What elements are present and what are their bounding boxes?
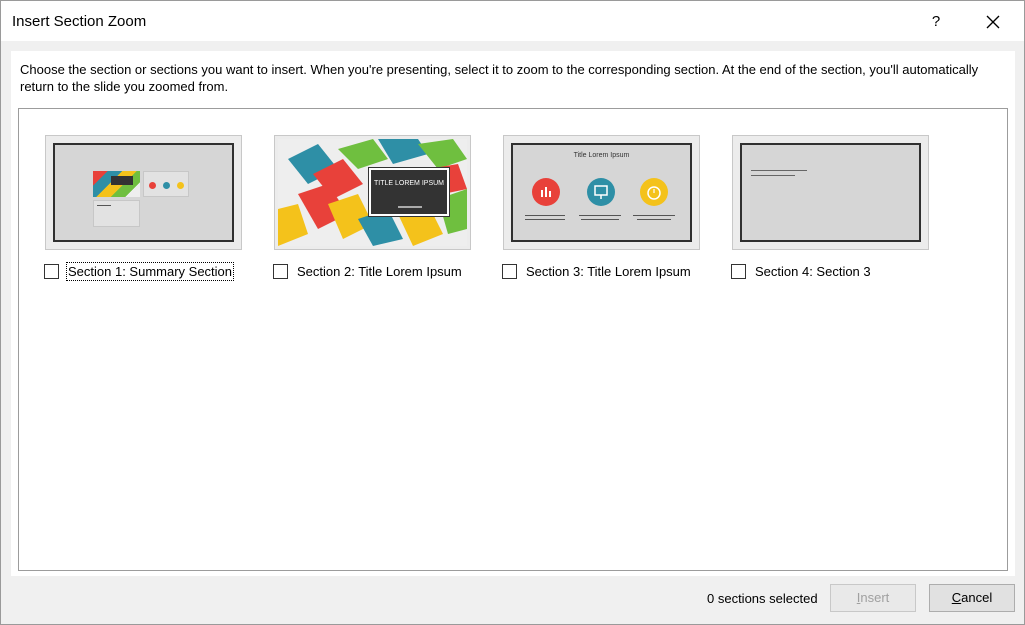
instructions-text: Choose the section or sections you want … bbox=[20, 62, 979, 94]
close-button[interactable] bbox=[971, 7, 1015, 37]
section-3-checkbox[interactable] bbox=[502, 263, 517, 279]
section-3-thumbnail[interactable]: Title Lorem Ipsum bbox=[503, 135, 700, 250]
presentation-circle-icon bbox=[587, 178, 615, 206]
bullet-line bbox=[751, 170, 807, 171]
insert-button[interactable]: Insert bbox=[830, 584, 916, 612]
section-4-thumbnail[interactable] bbox=[732, 135, 929, 250]
section-1-row[interactable]: Section 1: Summary Section bbox=[44, 261, 235, 281]
chart-circle-icon bbox=[532, 178, 560, 206]
mini-slide-3 bbox=[93, 200, 140, 227]
section-1-checkbox[interactable] bbox=[44, 263, 59, 279]
mini-yellow-dot bbox=[177, 182, 184, 189]
mini-slide-title-box bbox=[111, 176, 133, 185]
stopwatch-circle-icon bbox=[640, 178, 668, 206]
section-3-slide-title: Title Lorem Ipsum bbox=[573, 152, 630, 159]
subtitle-line bbox=[398, 206, 422, 208]
section-1-thumbnail[interactable] bbox=[45, 135, 242, 250]
cancel-access-key: C bbox=[951, 590, 962, 605]
dialog-title: Insert Section Zoom bbox=[12, 13, 147, 30]
title-box: TITLE LOREM IPSUM bbox=[368, 167, 450, 217]
section-4-label[interactable]: Section 4: Section 3 bbox=[755, 264, 871, 279]
text-line bbox=[581, 219, 619, 220]
section-4-checkbox[interactable] bbox=[731, 263, 746, 279]
cancel-label-rest: ancel bbox=[961, 590, 993, 605]
section-3-label[interactable]: Section 3: Title Lorem Ipsum bbox=[526, 264, 691, 279]
text-line bbox=[525, 219, 565, 220]
section-list-panel: TITLE LOREM IPSUM Title Lorem Ipsum Sect… bbox=[18, 108, 1008, 571]
title-bar: Insert Section Zoom ? bbox=[1, 1, 1024, 41]
mini-slide-2 bbox=[143, 171, 189, 197]
close-icon bbox=[986, 15, 1000, 29]
mini-text-line bbox=[97, 205, 111, 206]
help-button[interactable]: ? bbox=[916, 7, 956, 37]
section-4-slide-preview bbox=[740, 143, 921, 242]
section-1-slide-preview bbox=[53, 143, 234, 242]
section-2-row[interactable]: Section 2: Title Lorem Ipsum bbox=[273, 262, 462, 280]
cancel-button[interactable]: Cancel bbox=[929, 584, 1015, 612]
section-2-thumbnail[interactable]: TITLE LOREM IPSUM bbox=[274, 135, 471, 250]
selection-status: 0 sections selected bbox=[707, 591, 818, 606]
mini-red-dot bbox=[149, 182, 156, 189]
text-line bbox=[579, 215, 621, 216]
text-line bbox=[525, 215, 565, 216]
section-4-row[interactable]: Section 4: Section 3 bbox=[731, 262, 871, 280]
dialog-content: Choose the section or sections you want … bbox=[11, 51, 1015, 576]
section-2-label[interactable]: Section 2: Title Lorem Ipsum bbox=[297, 264, 462, 279]
section-3-row[interactable]: Section 3: Title Lorem Ipsum bbox=[502, 262, 691, 280]
text-line bbox=[637, 219, 671, 220]
section-1-label[interactable]: Section 1: Summary Section bbox=[65, 261, 235, 281]
section-3-slide-preview: Title Lorem Ipsum bbox=[511, 143, 692, 242]
section-2-slide-preview: TITLE LOREM IPSUM bbox=[278, 139, 467, 246]
text-line bbox=[633, 215, 675, 216]
insert-label-rest: nsert bbox=[860, 590, 890, 605]
section-2-checkbox[interactable] bbox=[273, 263, 288, 279]
section-2-slide-title: TITLE LOREM IPSUM bbox=[373, 180, 444, 187]
mini-teal-dot bbox=[163, 182, 170, 189]
insert-section-zoom-dialog: Insert Section Zoom ? Choose the section… bbox=[0, 0, 1025, 625]
bullet-line bbox=[751, 175, 795, 176]
